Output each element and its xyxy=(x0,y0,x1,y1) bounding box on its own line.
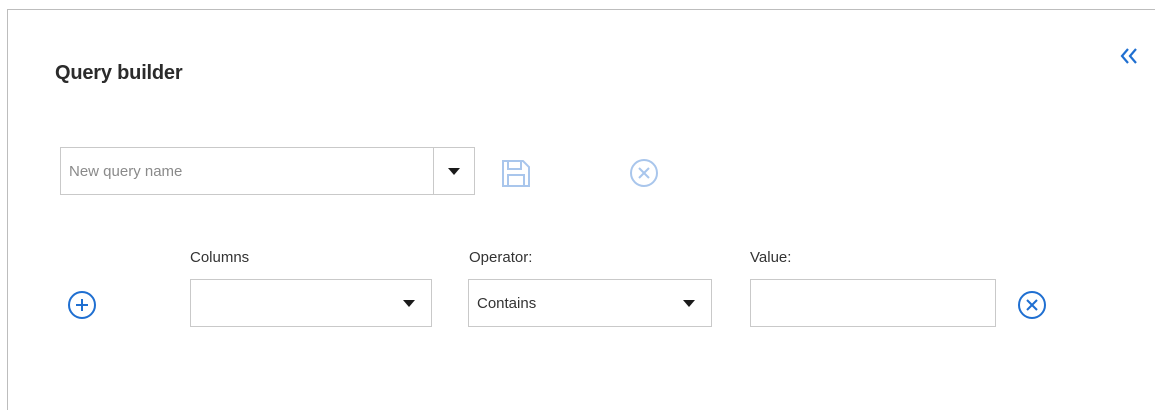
operator-label: Operator: xyxy=(469,249,533,266)
caret-down-icon xyxy=(683,299,695,307)
collapse-panel-button[interactable] xyxy=(1117,44,1141,68)
close-circle-icon xyxy=(630,159,658,187)
remove-condition-button[interactable] xyxy=(1017,290,1047,320)
plus-circle-icon xyxy=(68,291,96,319)
columns-label: Columns xyxy=(190,249,250,266)
operator-select-value: Contains xyxy=(477,294,537,312)
add-condition-button[interactable] xyxy=(67,290,97,320)
page-title: Query builder xyxy=(55,62,183,84)
query-name-input[interactable] xyxy=(61,148,433,194)
query-name-combobox[interactable] xyxy=(60,147,475,195)
value-label: Value: xyxy=(750,249,792,266)
save-icon xyxy=(502,160,530,187)
operator-select[interactable]: Contains xyxy=(468,279,712,327)
double-chevron-left-icon xyxy=(1120,48,1137,64)
value-input[interactable] xyxy=(750,279,996,327)
query-name-dropdown-toggle[interactable] xyxy=(433,148,474,194)
close-circle-icon xyxy=(1018,291,1046,319)
save-query-button[interactable] xyxy=(501,158,531,188)
caret-down-icon xyxy=(403,299,415,307)
clear-query-button[interactable] xyxy=(629,158,659,188)
columns-select[interactable] xyxy=(190,279,432,327)
caret-down-icon xyxy=(448,167,460,175)
